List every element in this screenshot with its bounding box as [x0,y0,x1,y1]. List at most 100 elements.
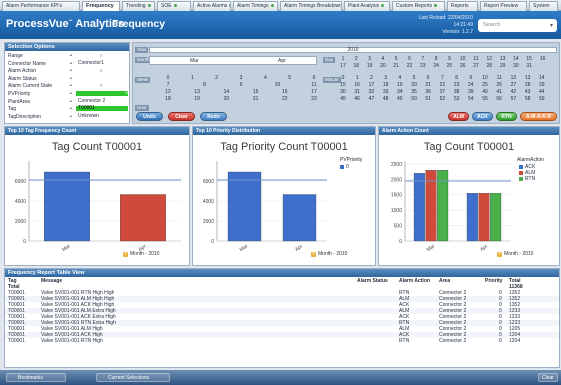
day-cell[interactable]: 18 [351,63,361,69]
minute-cell[interactable]: 11 [494,75,504,81]
minute-cell[interactable]: 59 [537,96,547,102]
tab-trending[interactable]: Trending [122,1,155,11]
month-option[interactable]: Mar [190,57,199,65]
selection-value[interactable]: Connector 2 [76,98,128,104]
minute-cell[interactable]: 27 [508,82,518,88]
selection-row-pvpriority[interactable]: PVPriority • 0 [8,91,128,97]
selection-value[interactable]: 0 [76,91,128,96]
week-cell[interactable]: 11 [309,82,319,88]
table-row[interactable]: T00001 Valve SV001-001 RTN High RTN Connect… [5,338,559,344]
day-cell[interactable]: 23 [418,63,428,69]
week-cell[interactable]: 6 [309,75,319,81]
day-cell[interactable]: 21 [391,63,401,69]
minute-cell[interactable]: 7 [437,75,447,81]
week-cell[interactable]: 18 [163,96,173,102]
selection-value[interactable]: Connector1 [76,60,128,66]
week-cell[interactable]: 15 [251,89,261,95]
selection-row-connector-name[interactable]: Connector Name • Connector1 [8,60,128,67]
week-cell[interactable]: 16 [280,89,290,95]
clear-button[interactable]: Clear [168,112,195,121]
minute-cell[interactable]: 57 [508,96,518,102]
selection-value[interactable] [76,76,128,81]
minute-cell[interactable]: 54 [466,96,476,102]
selection-row-alarm-status[interactable]: Alarm Status • [8,76,128,82]
minute-cell[interactable]: 8 [452,75,462,81]
week-cell[interactable]: 13 [192,89,202,95]
minute-cell[interactable]: 43 [523,89,533,95]
redo-button[interactable]: Redo [200,112,227,121]
tab-alarm-performance-kpi-s[interactable]: Alarm Performance KPI's [2,1,80,11]
week-cell[interactable]: 5 [285,75,295,81]
minute-cell[interactable]: 31 [352,89,362,95]
minute-cell[interactable]: 10 [480,75,490,81]
day-cell[interactable]: 13 [498,56,508,62]
minute-cell[interactable]: 51 [423,96,433,102]
week-cell[interactable]: 12 [163,89,173,95]
day-cell[interactable]: 19 [365,63,375,69]
minute-cell[interactable]: 37 [437,89,447,95]
selection-row-plantarea[interactable]: PlantArea • Connector 2 [8,98,128,105]
day-cell[interactable]: 29 [498,63,508,69]
clear-filter-icon[interactable]: x [100,68,103,74]
minute-cell[interactable]: 47 [366,96,376,102]
minute-cell[interactable]: 49 [395,96,405,102]
minute-cell[interactable]: 14 [537,75,547,81]
selection-value[interactable]: Unknown [76,113,128,119]
minute-cell[interactable]: 52 [437,96,447,102]
clear-filter-icon[interactable]: x [100,83,103,89]
chart-1-note[interactable]: + Month - 2010 [123,251,159,257]
chevron-down-icon[interactable]: ▾ [550,22,553,29]
minute-cell[interactable]: 26 [494,82,504,88]
minute-cell[interactable]: 36 [423,89,433,95]
day-cell[interactable]: 1 [338,56,348,62]
day-cell[interactable]: 8 [431,56,441,62]
current-selections-button[interactable]: Current Selections [96,373,170,382]
alm-filter-button[interactable]: ALM [448,112,469,121]
day-cell[interactable]: 9 [444,56,454,62]
week-cell[interactable]: 3 [236,75,246,81]
search-input[interactable]: Search ▾ [478,19,557,32]
minute-cell[interactable]: 50 [409,96,419,102]
minute-cell[interactable]: 5 [409,75,419,81]
minute-cell[interactable]: 28 [523,82,533,88]
tab-active-alarms[interactable]: Active Alarms [193,1,231,11]
minute-cell[interactable]: 23 [452,82,462,88]
tab-report-preview[interactable]: Report Preview [480,1,527,11]
week-cell[interactable]: 10 [273,82,283,88]
day-cell[interactable]: 15 [524,56,534,62]
selection-row-tag[interactable]: Tag • T00001 [8,106,128,112]
minute-cell[interactable]: 34 [395,89,405,95]
day-cell[interactable]: 20 [378,63,388,69]
day-cell[interactable]: 4 [378,56,388,62]
week-cell[interactable]: 7 [163,82,173,88]
chart-2-note[interactable]: + Month - 2010 [311,251,347,257]
week-cell[interactable]: 1 [187,75,197,81]
minute-cell[interactable]: 35 [409,89,419,95]
day-cell[interactable]: 14 [511,56,521,62]
day-cell[interactable]: 22 [405,63,415,69]
minute-cell[interactable]: 6 [423,75,433,81]
minute-cell[interactable]: 21 [423,82,433,88]
all-filter-button[interactable]: A-M-A-K-R [520,112,557,121]
minute-cell[interactable]: 48 [381,96,391,102]
week-cell[interactable]: 8 [200,82,210,88]
minute-cell[interactable]: 9 [466,75,476,81]
minute-cell[interactable]: 38 [452,89,462,95]
day-cell[interactable]: 12 [484,56,494,62]
day-cell[interactable]: 24 [431,63,441,69]
minute-cell[interactable]: 15 [338,82,348,88]
year-selector[interactable]: 2010 [149,47,557,53]
minute-cell[interactable]: 53 [452,96,462,102]
week-cell[interactable]: 20 [221,96,231,102]
day-cell[interactable]: 25 [444,63,454,69]
minute-cell[interactable]: 17 [366,82,376,88]
day-cell[interactable]: 5 [391,56,401,62]
minute-cell[interactable]: 44 [537,89,547,95]
tab-system[interactable]: System [529,1,558,11]
clear-filter-icon[interactable]: x [100,53,103,59]
tab-alarm-timings[interactable]: Alarm Timings [233,1,278,11]
minute-cell[interactable]: 0 [338,75,348,81]
undo-button[interactable]: Undo [136,112,163,121]
week-cell[interactable]: 19 [192,96,202,102]
minute-cell[interactable]: 56 [494,96,504,102]
